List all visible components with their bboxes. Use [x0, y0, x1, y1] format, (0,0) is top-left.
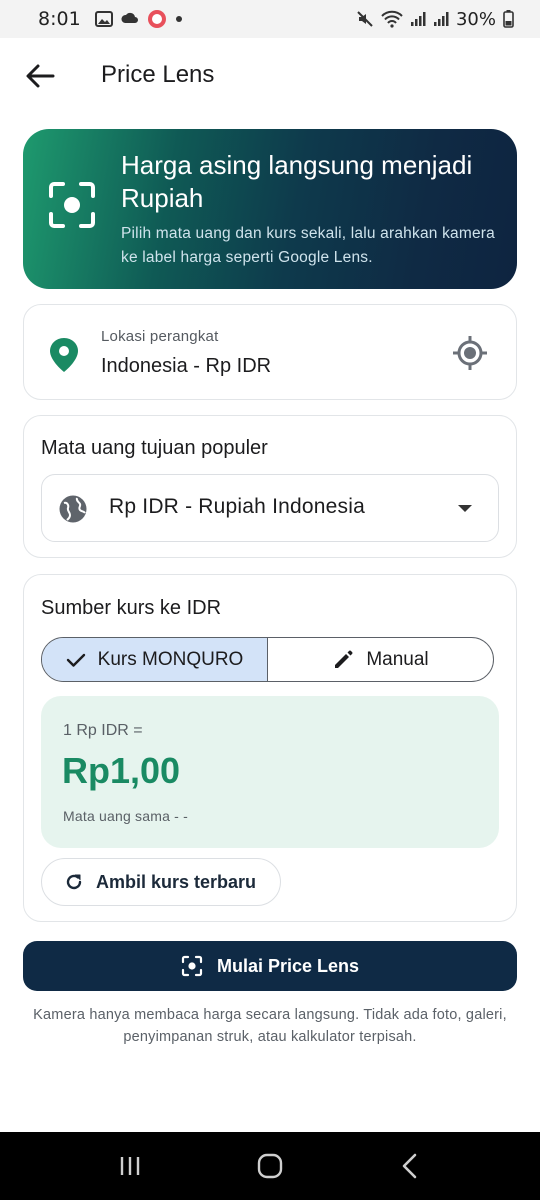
rate-value: Rp1,00 [62, 750, 181, 791]
wifi-icon [381, 10, 403, 28]
gps-target-icon [453, 336, 487, 370]
arrow-left-icon [26, 64, 55, 88]
hero-title: Harga asing langsung menjadi Rupiah [121, 150, 473, 213]
target-currency-heading: Mata uang tujuan populer [41, 437, 268, 459]
segment-manual[interactable]: Manual [268, 638, 493, 681]
refresh-rate-button[interactable]: Ambil kurs terbaru [41, 858, 281, 906]
start-price-lens-label: Mulai Price Lens [216, 955, 360, 976]
rate-display: 1 Rp IDR = Rp1,00 Mata uang sama - - [41, 696, 499, 848]
status-time: 8:01 [38, 8, 81, 30]
segment-manual-label: Manual [366, 648, 429, 670]
rate-source-card: Sumber kurs ke IDR Kurs MONQURO Manual 1… [23, 574, 517, 922]
rate-equation: 1 Rp IDR = [63, 722, 143, 739]
back-button[interactable] [22, 58, 58, 94]
location-value: Indonesia - Rp IDR [101, 355, 272, 377]
hero-subtitle: Pilih mata uang dan kurs sekali, lalu ar… [121, 225, 495, 266]
app-notification-icon [147, 9, 167, 29]
refresh-rate-label: Ambil kurs terbaru [96, 871, 257, 892]
page-title: Price Lens [101, 61, 215, 88]
refresh-icon [66, 874, 82, 890]
rate-source-toggle: Kurs MONQURO Manual [41, 637, 494, 682]
status-bar: 8:01 30% [0, 0, 540, 38]
currency-select[interactable]: Rp IDR - Rupiah Indonesia [41, 474, 499, 542]
location-pin-icon [48, 337, 80, 373]
lens-scan-icon [48, 181, 96, 229]
app-bar: Price Lens [0, 38, 540, 114]
currency-select-value: Rp IDR - Rupiah Indonesia [109, 495, 365, 518]
recent-apps-button[interactable] [100, 1136, 160, 1196]
location-label: Lokasi perangkat [101, 328, 219, 345]
rate-source-heading: Sumber kurs ke IDR [41, 597, 222, 619]
more-notifications-dot-icon [175, 15, 183, 23]
pencil-icon [335, 650, 353, 668]
device-location-card: Lokasi perangkat Indonesia - Rp IDR [23, 304, 517, 400]
home-button[interactable] [240, 1136, 300, 1196]
start-price-lens-button[interactable]: Mulai Price Lens [23, 941, 517, 991]
system-nav-bar [0, 1132, 540, 1200]
battery-percent: 30% [455, 8, 496, 30]
recent-apps-icon [120, 1157, 140, 1175]
hero-banner: Harga asing langsung menjadi Rupiah Pili… [23, 129, 517, 289]
segment-kurs-monquro-label: Kurs MONQURO [97, 648, 244, 670]
signal-2-icon [433, 11, 449, 27]
check-icon [66, 653, 85, 667]
signal-icon [410, 11, 426, 27]
globe-icon [59, 495, 87, 523]
mute-icon [356, 10, 374, 28]
weather-notification-icon [121, 11, 139, 27]
home-icon [257, 1153, 283, 1179]
segment-kurs-monquro[interactable]: Kurs MONQURO [42, 638, 268, 681]
rate-note: Mata uang sama - - [63, 808, 188, 824]
system-back-button[interactable] [380, 1136, 440, 1196]
lens-scan-icon [181, 955, 203, 977]
detect-location-button[interactable] [452, 335, 488, 371]
target-currency-card: Mata uang tujuan populer Rp IDR - Rupiah… [23, 415, 517, 558]
chevron-left-icon [402, 1153, 417, 1179]
gallery-notification-icon [94, 11, 113, 27]
dropdown-caret-icon [458, 505, 472, 512]
battery-icon [503, 10, 514, 28]
privacy-footnote: Kamera hanya membaca harga secara langsu… [33, 1007, 507, 1045]
